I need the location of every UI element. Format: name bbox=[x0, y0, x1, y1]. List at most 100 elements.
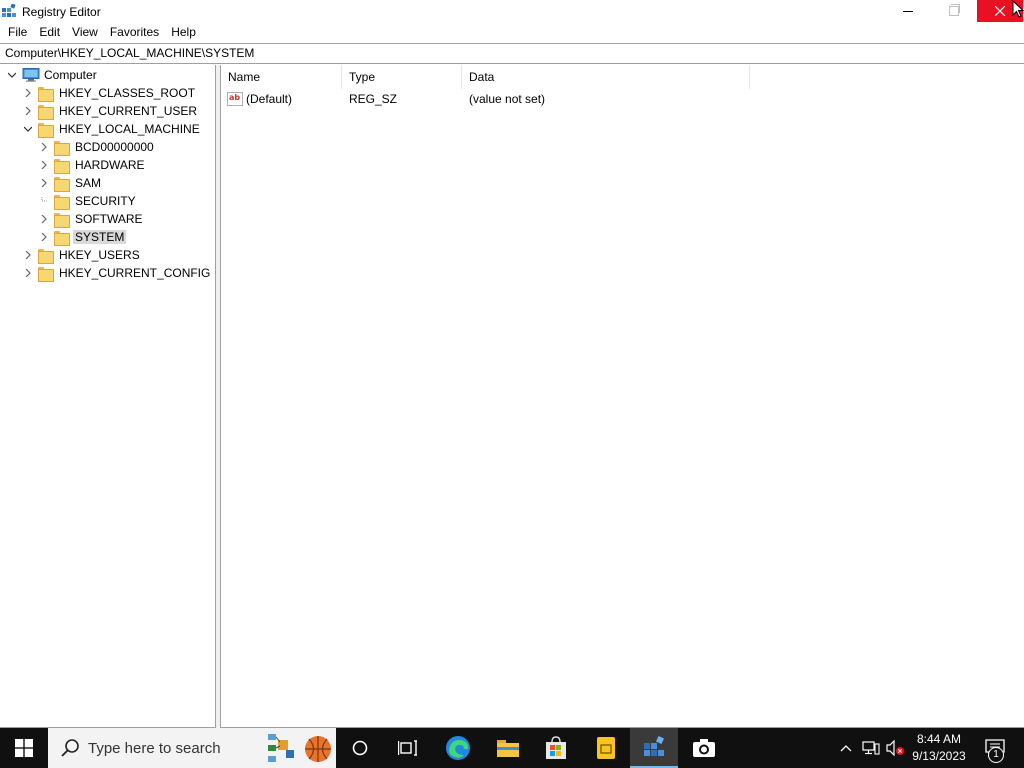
values-list-pane[interactable]: Name Type Data ab (Default) REG_SZ (valu… bbox=[220, 65, 1024, 728]
taskbar-registry-editor[interactable] bbox=[630, 728, 678, 768]
expand-chevron-icon[interactable] bbox=[38, 141, 50, 153]
tree-node-hkey-local-machine[interactable]: HKEY_LOCAL_MACHINE bbox=[22, 120, 200, 138]
search-highlight-icon bbox=[268, 734, 331, 762]
tree-node-hardware[interactable]: HARDWARE bbox=[38, 156, 145, 174]
tree-connector bbox=[38, 195, 50, 207]
tree-node-sam[interactable]: SAM bbox=[38, 174, 101, 192]
folder-icon bbox=[38, 266, 54, 282]
taskbar-file-explorer[interactable] bbox=[484, 728, 532, 768]
search-icon bbox=[61, 739, 79, 757]
tree-label: HKEY_LOCAL_MACHINE bbox=[59, 122, 200, 136]
menu-help[interactable]: Help bbox=[165, 22, 202, 42]
menu-edit[interactable]: Edit bbox=[33, 22, 66, 42]
taskbar-camera[interactable] bbox=[680, 728, 728, 768]
task-view-button[interactable] bbox=[384, 728, 432, 768]
folder-icon bbox=[54, 158, 70, 174]
expand-chevron-icon[interactable] bbox=[38, 177, 50, 189]
title-bar: Registry Editor bbox=[0, 0, 1024, 22]
tree-label: HKEY_CURRENT_USER bbox=[59, 104, 198, 118]
tree-label: HKEY_CURRENT_CONFIG bbox=[59, 266, 211, 280]
tree-label: SECURITY bbox=[75, 194, 136, 208]
tree-label-selected: SYSTEM bbox=[73, 230, 127, 244]
computer-icon bbox=[22, 68, 40, 82]
tree-label: SOFTWARE bbox=[75, 212, 143, 226]
folder-icon bbox=[54, 230, 70, 246]
cortana-button[interactable] bbox=[336, 728, 384, 768]
windows-logo-icon bbox=[15, 739, 33, 757]
restore-button[interactable] bbox=[931, 0, 977, 22]
taskbar-microsoft-store[interactable] bbox=[532, 728, 580, 768]
tree-node-hkey-current-user[interactable]: HKEY_CURRENT_USER bbox=[22, 102, 197, 120]
tree-label: HKEY_USERS bbox=[59, 248, 140, 262]
minimize-button[interactable] bbox=[885, 0, 931, 22]
tree-label: BCD00000000 bbox=[75, 140, 154, 154]
collapse-chevron-icon[interactable] bbox=[6, 69, 18, 81]
collapse-chevron-icon[interactable] bbox=[22, 123, 34, 135]
menu-favorites[interactable]: Favorites bbox=[104, 22, 165, 42]
folder-icon bbox=[38, 86, 54, 102]
mouse-cursor-icon bbox=[1012, 0, 1024, 18]
task-view-icon bbox=[398, 740, 417, 756]
camera-icon bbox=[693, 739, 715, 757]
edge-browser-icon bbox=[446, 736, 470, 760]
chevron-up-icon bbox=[840, 745, 852, 752]
store-bag-icon bbox=[546, 736, 566, 759]
tree-node-system[interactable]: SYSTEM bbox=[38, 228, 127, 246]
notes-app-icon bbox=[597, 737, 615, 759]
folder-icon bbox=[38, 104, 54, 120]
folder-icon bbox=[54, 194, 70, 210]
address-bar[interactable]: Computer\HKEY_LOCAL_MACHINE\SYSTEM bbox=[0, 43, 1024, 64]
column-header-name[interactable]: Name bbox=[221, 65, 342, 89]
folder-icon bbox=[54, 176, 70, 192]
taskbar-sticky-app[interactable] bbox=[582, 728, 630, 768]
cortana-circle-icon bbox=[352, 740, 368, 756]
folder-icon bbox=[54, 140, 70, 156]
tree-label: Computer bbox=[44, 68, 97, 82]
menu-file[interactable]: File bbox=[2, 22, 33, 42]
taskbar-search-box[interactable]: Type here to search bbox=[48, 728, 336, 768]
taskbar-edge[interactable] bbox=[434, 728, 482, 768]
expand-chevron-icon[interactable] bbox=[38, 231, 50, 243]
network-icon bbox=[862, 741, 880, 755]
expand-chevron-icon[interactable] bbox=[38, 213, 50, 225]
expand-chevron-icon[interactable] bbox=[38, 159, 50, 171]
value-row[interactable]: ab (Default) REG_SZ (value not set) bbox=[221, 89, 750, 109]
value-data: (value not set) bbox=[469, 92, 546, 106]
tree-node-bcd00000000[interactable]: BCD00000000 bbox=[38, 138, 154, 156]
tree-node-software[interactable]: SOFTWARE bbox=[38, 210, 143, 228]
folder-open-icon bbox=[38, 122, 54, 138]
folder-icon bbox=[38, 248, 54, 264]
tree-label: HARDWARE bbox=[75, 158, 145, 172]
column-header-data[interactable]: Data bbox=[462, 65, 750, 89]
expand-chevron-icon[interactable] bbox=[22, 267, 34, 279]
menu-bar: File Edit View Favorites Help bbox=[0, 22, 1024, 42]
tree-node-hkey-classes-root[interactable]: HKEY_CLASSES_ROOT bbox=[22, 84, 195, 102]
tree-node-security[interactable]: SECURITY bbox=[38, 192, 136, 210]
show-hidden-icons-button[interactable] bbox=[836, 728, 856, 768]
tree-node-hkey-users[interactable]: HKEY_USERS bbox=[22, 246, 140, 264]
expand-chevron-icon[interactable] bbox=[22, 105, 34, 117]
search-placeholder: Type here to search bbox=[88, 739, 221, 757]
value-type: REG_SZ bbox=[349, 92, 398, 106]
expand-chevron-icon[interactable] bbox=[22, 87, 34, 99]
expand-chevron-icon[interactable] bbox=[22, 249, 34, 261]
volume-tray-button[interactable] bbox=[884, 728, 906, 768]
notification-count-badge: 1 bbox=[988, 747, 1004, 763]
network-tray-button[interactable] bbox=[860, 728, 882, 768]
tree-node-hkey-current-config[interactable]: HKEY_CURRENT_CONFIG bbox=[22, 264, 210, 282]
start-button[interactable] bbox=[0, 728, 48, 768]
key-tree-pane[interactable]: Computer HKEY_CLASSES_ROOT HKEY_CURRENT_… bbox=[0, 65, 216, 728]
volume-muted-icon bbox=[886, 740, 904, 756]
tree-label: HKEY_CLASSES_ROOT bbox=[59, 86, 196, 100]
value-name-cell: ab (Default) bbox=[221, 92, 342, 106]
menu-view[interactable]: View bbox=[66, 22, 104, 42]
column-header-type[interactable]: Type bbox=[342, 65, 462, 89]
tree-node-computer[interactable]: Computer bbox=[6, 66, 97, 84]
minimize-icon bbox=[903, 10, 913, 12]
string-value-icon: ab bbox=[227, 92, 243, 106]
value-name: (Default) bbox=[246, 92, 293, 106]
folder-icon bbox=[54, 212, 70, 228]
taskbar: Type here to search 8:44 AM 9/13/2023 1 bbox=[0, 728, 1024, 768]
taskbar-clock[interactable]: 8:44 AM 9/13/2023 bbox=[906, 731, 972, 765]
tree-label: SAM bbox=[75, 176, 102, 190]
